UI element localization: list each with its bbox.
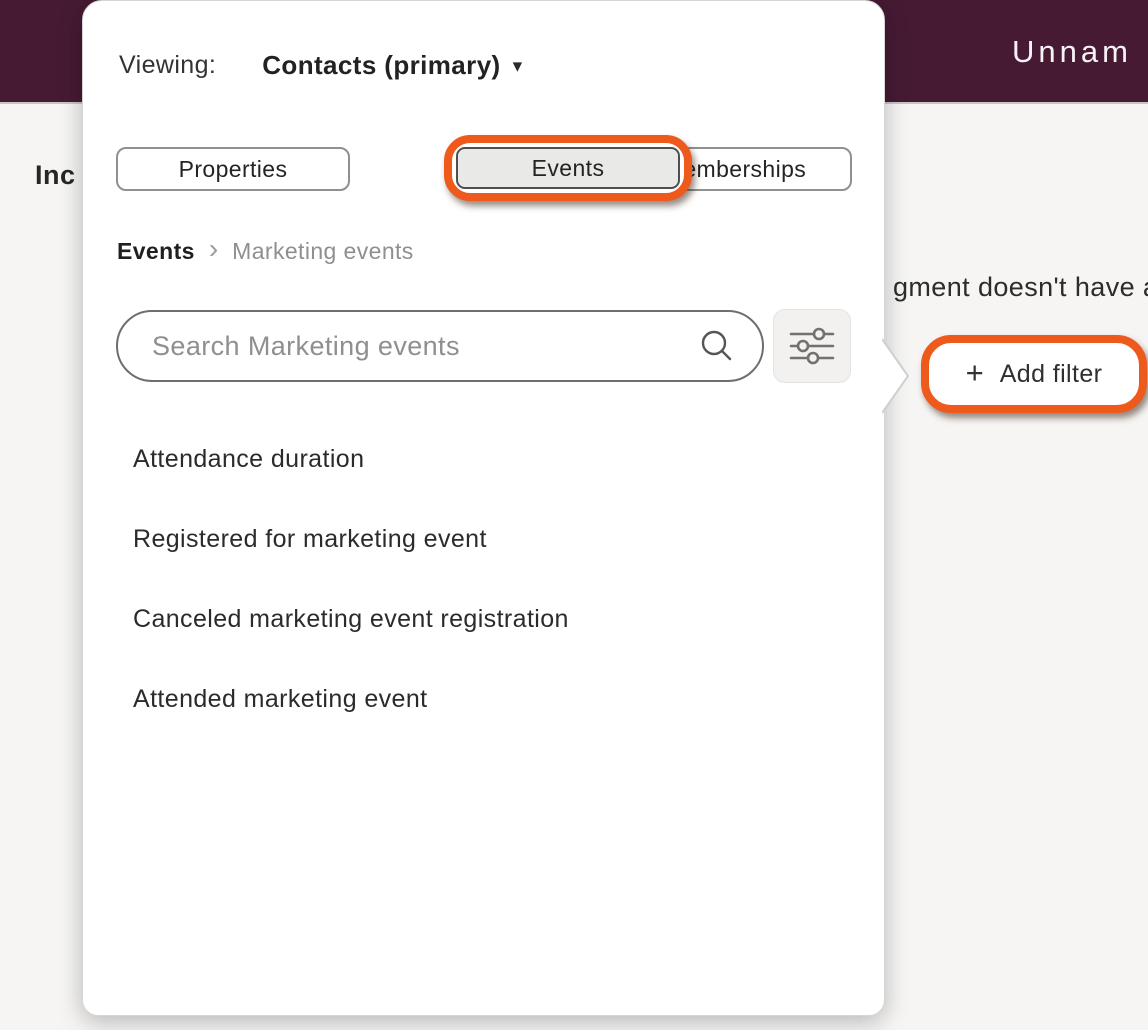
breadcrumb-marketing-events: Marketing events	[232, 237, 414, 264]
add-filter-label: Add filter	[999, 359, 1103, 388]
viewing-row: Viewing: Contacts (primary) ▾	[119, 50, 522, 81]
viewing-label: Viewing:	[119, 51, 217, 79]
breadcrumb-events[interactable]: Events	[117, 238, 195, 265]
object-selector-value: Contacts (primary)	[262, 50, 501, 80]
filter-options-button[interactable]	[773, 309, 851, 383]
add-filter-button[interactable]: + Add filter	[934, 348, 1134, 400]
list-item-attended-marketing-event[interactable]: Attended marketing event	[133, 682, 428, 716]
sliders-icon	[789, 327, 835, 365]
search-wrap	[116, 310, 764, 382]
list-item-registered-for-marketing-event[interactable]: Registered for marketing event	[133, 522, 487, 556]
tab-properties-label: Properties	[178, 155, 288, 182]
include-section-heading: Inc	[35, 160, 76, 190]
plus-icon: +	[965, 354, 984, 390]
panel-pointer-arrow	[882, 338, 909, 414]
filter-picker-panel: Viewing: Contacts (primary) ▾ Properties…	[82, 0, 885, 1016]
chevron-right-icon: ›	[208, 233, 219, 264]
tab-events-label: Events	[531, 154, 605, 181]
breadcrumb: Events › Marketing events	[117, 233, 414, 265]
caret-down-icon: ▾	[512, 56, 523, 77]
search-input[interactable]	[116, 310, 764, 382]
tab-properties[interactable]: Properties	[116, 147, 350, 191]
list-item-attendance-duration[interactable]: Attendance duration	[133, 442, 364, 476]
page-title: Unnam	[1012, 34, 1132, 69]
annotation-ring-add-filter: + Add filter	[921, 335, 1147, 413]
annotation-ring-events: Events	[444, 135, 692, 201]
search-icon	[701, 330, 732, 361]
empty-state-text: gment doesn't have a	[893, 272, 1148, 302]
tab-events[interactable]: Events	[456, 147, 680, 189]
object-selector-dropdown[interactable]: Contacts (primary) ▾	[262, 50, 522, 81]
list-item-canceled-marketing-event-registration[interactable]: Canceled marketing event registration	[133, 602, 569, 636]
